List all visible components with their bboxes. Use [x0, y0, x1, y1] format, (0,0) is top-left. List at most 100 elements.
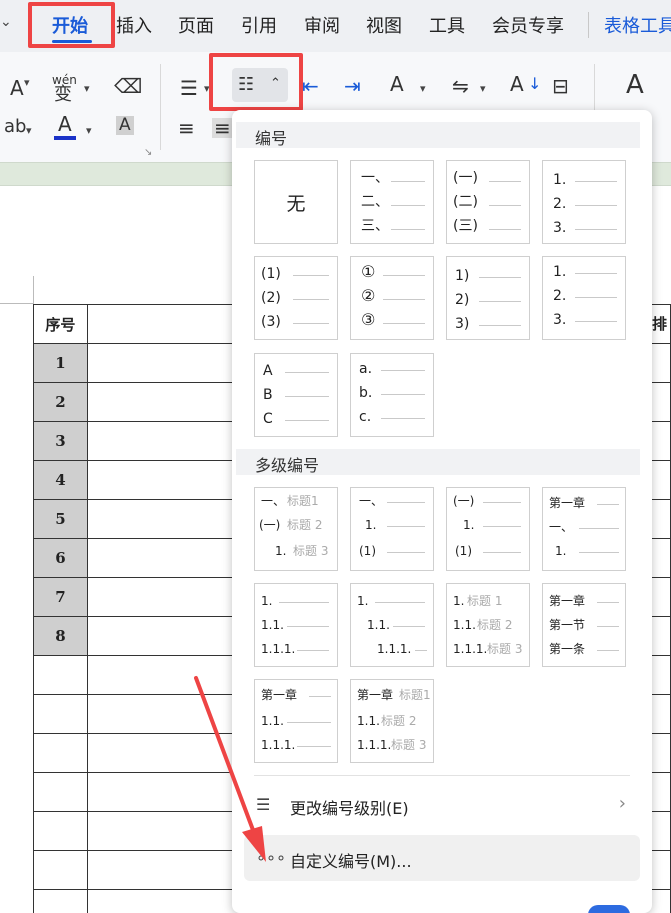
tile-label: 三、: [361, 218, 389, 234]
table-cell[interactable]: 2: [33, 382, 88, 422]
decrease-indent-icon[interactable]: ⇤: [302, 76, 319, 96]
tab-member[interactable]: 会员专享: [492, 12, 564, 38]
tab-view[interactable]: 视图: [366, 12, 402, 38]
numbering-none-tile[interactable]: 无: [254, 160, 338, 244]
tile-label: 1.1.1.: [261, 642, 296, 656]
table-cell[interactable]: 1: [33, 343, 88, 383]
table-cell[interactable]: [33, 811, 88, 851]
numbering-tile-num-dot-2[interactable]: 1. 2. 3.: [542, 256, 626, 340]
tile-label: 标题 3: [293, 544, 329, 558]
panel-divider: [254, 775, 630, 776]
increase-indent-icon[interactable]: ⇥: [344, 76, 361, 96]
table-cell[interactable]: [33, 694, 88, 734]
tile-label: (一): [259, 518, 281, 532]
toggle-switch[interactable]: [588, 905, 630, 913]
tile-label: (二): [453, 194, 478, 210]
show-marks-icon[interactable]: ⊟: [552, 76, 569, 96]
table-cell[interactable]: 3: [33, 421, 88, 461]
tile-label: 一、: [359, 494, 384, 508]
tab-references[interactable]: 引用: [241, 12, 277, 38]
table-cell[interactable]: [33, 889, 88, 913]
table-header-cell[interactable]: 序号: [33, 304, 88, 344]
tile-label: (1): [261, 266, 281, 282]
section-multilevel: 多级编号: [236, 449, 640, 475]
chevron-down-icon[interactable]: ⌄: [0, 14, 12, 30]
strikethrough-icon[interactable]: ab: [4, 118, 26, 136]
table-cell[interactable]: 4: [33, 460, 88, 500]
caret-icon: ▾: [84, 82, 90, 95]
tile-label: 1.1.: [261, 714, 284, 728]
numbering-tile-num-dot[interactable]: 1. 2. 3.: [542, 160, 626, 244]
tab-page[interactable]: 页面: [178, 12, 214, 38]
caret-icon: ▾: [420, 82, 426, 95]
eraser-icon[interactable]: ⌫: [114, 76, 142, 96]
font-size-icon[interactable]: A: [10, 78, 24, 98]
tile-label: c.: [359, 409, 372, 425]
table-cell[interactable]: 7: [33, 577, 88, 617]
multilevel-tile-7[interactable]: 1. 标题 1 1.1. 标题 2 1.1.1. 标题 3: [446, 583, 530, 667]
align-left-icon[interactable]: ≡: [178, 118, 195, 138]
multilevel-tile-6[interactable]: 1. 1.1. 1.1.1.: [350, 583, 434, 667]
multilevel-tile-8[interactable]: 第一章 第一节 第一条: [542, 583, 626, 667]
text-direction-icon[interactable]: A: [390, 74, 404, 94]
style-pen-icon[interactable]: A: [626, 72, 644, 98]
multilevel-tile-3[interactable]: (一) 1. (1): [446, 487, 530, 571]
multilevel-tile-4[interactable]: 第一章 一、 1.: [542, 487, 626, 571]
caret-icon: ▾: [24, 76, 30, 89]
multilevel-tile-10[interactable]: 第一章 标题1 1.1. 标题 2 1.1.1. 标题 3: [350, 679, 434, 763]
align-center-icon[interactable]: ≡: [212, 118, 233, 138]
numbering-tile-circled[interactable]: ① ② ③: [350, 256, 434, 340]
table-cell[interactable]: [33, 850, 88, 890]
tile-label: a.: [359, 361, 373, 377]
multilevel-tile-9[interactable]: 第一章 1.1. 1.1.1.: [254, 679, 338, 763]
sort-icon[interactable]: A: [510, 74, 524, 94]
numbering-tile-chinese-dun[interactable]: 一、 二、 三、: [350, 160, 434, 244]
tile-label: 标题 3: [391, 738, 427, 752]
tile-label: 一、: [549, 520, 574, 534]
table-cell[interactable]: 8: [33, 616, 88, 656]
tile-label: 1.1.: [453, 618, 476, 632]
table-cell[interactable]: [33, 772, 88, 812]
line-spacing-icon[interactable]: ⇋: [452, 76, 469, 96]
custom-numbering-menu-item[interactable]: ∘∘∘ 自定义编号(M)...: [244, 835, 640, 881]
tile-label: 2): [455, 292, 470, 308]
numbering-tile-num-paren[interactable]: 1) 2) 3): [446, 256, 530, 340]
tile-label: (一): [453, 170, 478, 186]
bullet-list-icon[interactable]: ☰: [180, 78, 198, 98]
multilevel-tile-1[interactable]: 一、 标题1 (一) 标题 2 1. 标题 3: [254, 487, 338, 571]
chevron-right-icon: ›: [618, 793, 626, 814]
multilevel-tile-2[interactable]: 一、 1. (1): [350, 487, 434, 571]
tile-label: (1): [359, 544, 376, 558]
dialog-launcher-icon[interactable]: ↘: [144, 148, 152, 158]
tile-label: 标题 2: [381, 714, 417, 728]
tile-label: 第一节: [549, 618, 586, 632]
tile-label: 标题 3: [487, 642, 523, 656]
tile-label: 1.1.1.: [453, 642, 488, 656]
tab-table-tools[interactable]: 表格工具: [604, 12, 671, 38]
table-cell[interactable]: 5: [33, 499, 88, 539]
change-level-label: 更改编号级别(E): [290, 799, 409, 818]
table-cell[interactable]: 6: [33, 538, 88, 578]
multilevel-tile-5[interactable]: 1. 1.1. 1.1.1.: [254, 583, 338, 667]
tab-insert[interactable]: 插入: [116, 12, 152, 38]
font-color-icon[interactable]: A: [58, 114, 72, 134]
numbering-tile-paren-num[interactable]: (1) (2) (3): [254, 256, 338, 340]
caret-icon: ▾: [480, 82, 486, 95]
tile-label: 1.: [553, 264, 567, 280]
numbering-dropdown: 编号 无 一、 二、 三、 (一) (二) (三) 1. 2. 3. (1) (…: [232, 110, 652, 913]
numbering-tile-paren-chinese[interactable]: (一) (二) (三): [446, 160, 530, 244]
tile-label: 1.1.: [367, 618, 390, 632]
table-cell[interactable]: [33, 733, 88, 773]
tab-review[interactable]: 审阅: [304, 12, 340, 38]
change-level-menu-item[interactable]: ☰ 更改编号级别(E) ›: [244, 782, 640, 828]
tile-label: 1.: [261, 594, 273, 608]
tile-label: (3): [261, 314, 281, 330]
numbering-tile-lower-alpha[interactable]: a. b. c.: [350, 353, 434, 437]
char-shading-icon[interactable]: A: [116, 116, 134, 135]
tab-tools[interactable]: 工具: [429, 12, 465, 38]
highlight-box-home: [28, 2, 115, 48]
tile-label: 1.1.: [357, 714, 380, 728]
numbering-tile-upper-alpha[interactable]: A B C: [254, 353, 338, 437]
tile-label: 1.1.1.: [261, 738, 296, 752]
table-cell[interactable]: [33, 655, 88, 695]
